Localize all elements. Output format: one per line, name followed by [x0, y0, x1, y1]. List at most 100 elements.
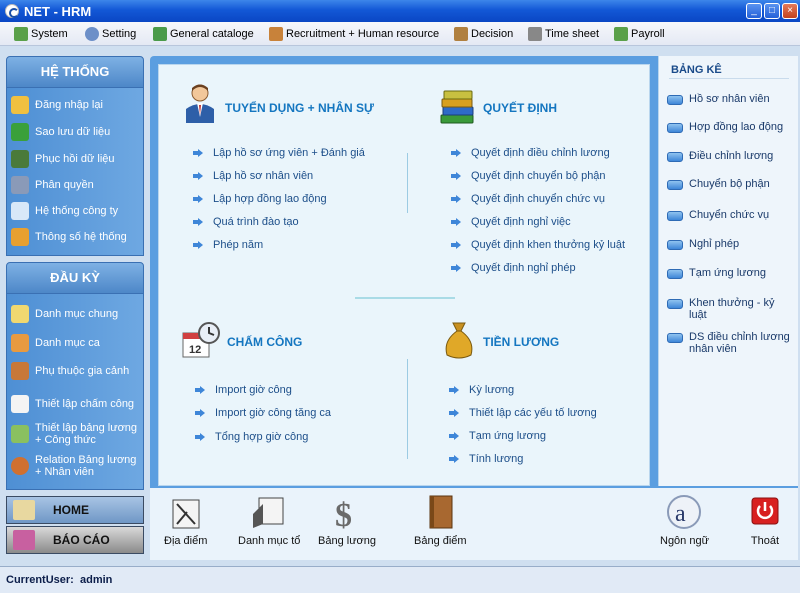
section-he-thong-header[interactable]: HỆ THỐNG — [6, 56, 144, 88]
close-button[interactable]: × — [782, 3, 798, 19]
nav-timekeeping-setup[interactable]: Thiết lập chấm công — [11, 395, 143, 413]
nav-relation-salary-employee[interactable]: Relation Bảng lương + Nhân viên — [11, 454, 143, 478]
language-button[interactable]: a Ngôn ngữ — [660, 494, 709, 547]
arrow-right-icon — [451, 195, 461, 203]
team-list-icon — [253, 497, 284, 528]
title-bar: NET - HRM _ □ × — [0, 0, 800, 22]
nav-salary-table-setup[interactable]: Thiết lập bảng lương + Công thức — [11, 422, 143, 446]
app-icon[interactable] — [5, 4, 19, 18]
link-decision-department-transfer[interactable]: Quyết định chuyển bộ phận — [451, 170, 606, 182]
arrow-right-icon — [195, 433, 205, 441]
menu-time-sheet[interactable]: Time sheet — [528, 26, 599, 42]
menu-general-cataloge[interactable]: General cataloge — [153, 26, 254, 42]
bk-reward-discipline[interactable]: Khen thưởng - kỷ luật — [667, 297, 795, 321]
section-dau-ky: Danh mục chung Danh mục ca Phụ thuộc gia… — [6, 294, 144, 490]
group-title-decision: QUYẾT ĐỊNH — [483, 101, 558, 115]
timesheet-icon — [528, 27, 542, 41]
menu-payroll[interactable]: Payroll — [614, 26, 665, 42]
bang-ke-title: BẢNG KÊ — [671, 64, 722, 76]
nav-backup[interactable]: Sao lưu dữ liệu — [11, 123, 143, 141]
main-area: TUYỂN DỤNG + NHÂN SỰ Lập hồ sơ ứng viên … — [150, 56, 798, 560]
link-decision-leave[interactable]: Quyết định nghỉ phép — [451, 262, 576, 274]
link-calculate-salary[interactable]: Tính lương — [449, 453, 523, 465]
window-title: NET - HRM — [24, 4, 92, 19]
group-title-salary: TIỀN LƯƠNG — [483, 335, 560, 349]
minimize-button[interactable]: _ — [746, 3, 762, 19]
link-labor-contract[interactable]: Lập hợp đồng lao động — [193, 193, 327, 205]
link-import-overtime-hours[interactable]: Import giờ công tăng ca — [195, 407, 331, 419]
company-icon — [11, 202, 29, 220]
nav-shift-list[interactable]: Danh mục ca — [11, 334, 143, 352]
calendar-clock-icon: 12 — [182, 322, 220, 358]
home-button[interactable]: HOME — [6, 496, 144, 524]
bk-salary-adjustment[interactable]: Điều chỉnh lương — [667, 150, 795, 162]
score-table-button[interactable]: Bảng điểm — [414, 494, 467, 547]
link-candidate-profile[interactable]: Lập hồ sơ ứng viên + Đánh giá — [193, 147, 365, 159]
link-decision-position-transfer[interactable]: Quyết định chuyển chức vụ — [451, 193, 605, 205]
location-button[interactable]: Địa điểm — [164, 494, 207, 547]
nav-general-list[interactable]: Danh mục chung — [11, 305, 143, 323]
report-icon — [13, 530, 35, 550]
link-import-hours[interactable]: Import giờ công — [195, 384, 292, 396]
link-salary-advance[interactable]: Tạm ứng lương — [449, 430, 546, 442]
bullet-icon — [667, 299, 683, 309]
bk-salary-adjustment-list[interactable]: DS điều chỉnh lương nhân viên — [667, 331, 795, 355]
menu-setting[interactable]: Setting — [85, 26, 136, 42]
section-dau-ky-header[interactable]: ĐẦU KỲ — [6, 262, 144, 294]
link-pay-period[interactable]: Kỳ lương — [449, 384, 514, 396]
bk-position-transfer[interactable]: Chuyển chức vụ — [667, 209, 795, 221]
report-button[interactable]: BÁO CÁO — [6, 526, 144, 554]
arrow-right-icon — [449, 455, 459, 463]
parameters-icon — [11, 228, 29, 246]
menu-decision[interactable]: Decision — [454, 26, 513, 42]
salary-table-button[interactable]: $ Bảng lương — [318, 494, 376, 547]
backup-icon — [11, 123, 29, 141]
books-icon — [440, 90, 474, 124]
arrow-right-icon — [193, 218, 203, 226]
book-icon — [429, 495, 453, 529]
bk-employee-profile[interactable]: Hồ sơ nhân viên — [667, 93, 795, 105]
exit-button[interactable]: Thoát — [750, 494, 780, 547]
family-icon — [11, 362, 29, 380]
arrow-right-icon — [193, 195, 203, 203]
current-user-name: admin — [79, 574, 113, 586]
power-icon — [751, 497, 779, 525]
link-hours-summary[interactable]: Tổng hợp giờ công — [195, 431, 308, 443]
arrow-right-icon — [449, 432, 459, 440]
function-panel: TUYỂN DỤNG + NHÂN SỰ Lập hồ sơ ứng viên … — [158, 64, 650, 486]
nav-restore[interactable]: Phục hồi dữ liệu — [11, 150, 143, 168]
employee-icon — [186, 84, 214, 123]
bk-department-transfer[interactable]: Chuyển bộ phận — [667, 178, 795, 190]
location-icon — [172, 499, 200, 529]
nav-company-system[interactable]: Hệ thống công ty — [11, 202, 143, 220]
team-list-button[interactable]: Danh mục tổ — [238, 494, 300, 547]
status-bar: CurrentUser: admin — [0, 566, 800, 593]
menu-recruitment[interactable]: Recruitment + Human resource — [269, 26, 439, 42]
bk-leave[interactable]: Nghỉ phép — [667, 238, 795, 250]
bk-salary-advance[interactable]: Tạm ứng lương — [667, 267, 795, 279]
maximize-button[interactable]: □ — [764, 3, 780, 19]
general-list-icon — [11, 305, 29, 323]
svg-text:a: a — [675, 501, 686, 527]
link-decision-resignation[interactable]: Quyết định nghỉ việc — [451, 216, 571, 228]
arrow-right-icon — [193, 241, 203, 249]
dollar-icon: $ — [335, 497, 352, 532]
link-decision-reward-discipline[interactable]: Quyết định khen thưởng kỷ luật — [451, 239, 625, 251]
link-employee-profile[interactable]: Lập hồ sơ nhân viên — [193, 170, 313, 182]
bk-labor-contract[interactable]: Hợp đồng lao động — [667, 121, 795, 133]
nav-permission[interactable]: Phân quyền — [11, 176, 143, 194]
arrow-right-icon — [195, 409, 205, 417]
link-annual-leave[interactable]: Phép năm — [193, 239, 263, 251]
menu-bar: System Setting General cataloge Recruitm… — [0, 22, 800, 46]
formula-icon — [11, 425, 29, 443]
nav-system-parameters[interactable]: Thông số hệ thống — [11, 228, 143, 246]
menu-system[interactable]: System — [14, 26, 68, 42]
nav-family-dependents[interactable]: Phụ thuộc gia cảnh — [11, 362, 143, 380]
current-user-status: CurrentUser: admin — [6, 574, 113, 586]
link-decision-salary-adjustment[interactable]: Quyết định điều chỉnh lương — [451, 147, 610, 159]
link-training-process[interactable]: Quá trình đào tạo — [193, 216, 299, 228]
bullet-icon — [667, 180, 683, 190]
link-salary-factors[interactable]: Thiết lập các yếu tố lương — [449, 407, 597, 419]
nav-relogin[interactable]: Đăng nhập lại — [11, 96, 143, 114]
calendar-icon — [11, 395, 29, 413]
